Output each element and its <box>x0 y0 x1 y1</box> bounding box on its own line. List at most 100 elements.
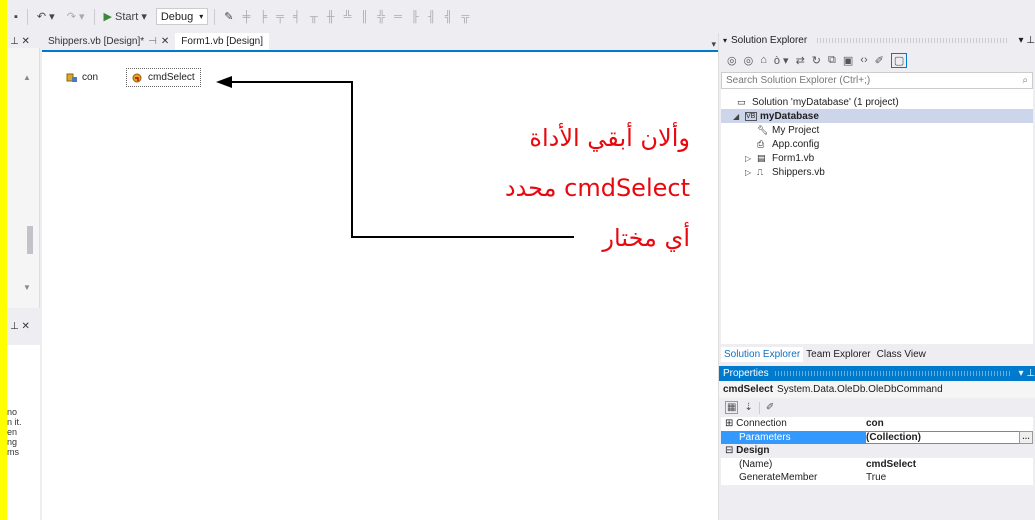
pin-close-icon[interactable]: ⊥ ✕ <box>10 36 30 47</box>
text-fragment: n it. <box>7 417 22 427</box>
text-fragment: ms <box>7 447 19 457</box>
text-fragment: ng <box>7 437 18 447</box>
left-panel-lower: no n it. en ng ms <box>7 345 40 520</box>
collapse-all-icon[interactable]: ⧉ <box>828 54 836 67</box>
annotation-line-3: أي مختار <box>602 224 690 252</box>
refresh-icon[interactable]: ↻ <box>812 54 821 67</box>
play-icon: ▶ <box>103 11 112 23</box>
property-category-design[interactable]: ⊟ Design <box>721 444 1033 458</box>
view-designer-icon[interactable]: ▢ <box>890 52 908 68</box>
alphabetical-icon[interactable]: ⇣ <box>744 402 752 413</box>
tree-label: Solution 'myDatabase' (1 project) <box>752 96 899 108</box>
start-button[interactable]: ▶ Start ▾ <box>101 9 150 24</box>
scroll-down-icon[interactable]: ▼ <box>23 283 31 292</box>
forward-icon[interactable]: ◎ <box>744 54 754 67</box>
object-type: System.Data.OleDb.OleDbCommand <box>777 384 943 395</box>
back-icon[interactable]: ◎ <box>727 54 737 67</box>
left-panel-text: no n it. en ng ms <box>7 407 22 457</box>
tree-label: App.config <box>772 138 820 150</box>
tree-item-app-config[interactable]: ⎙ App.config <box>721 137 1033 151</box>
solution-tree: ▭ Solution 'myDatabase' (1 project) ◢ VB… <box>721 89 1033 344</box>
tree-label: My Project <box>772 124 820 136</box>
expanded-icon[interactable]: ◢ <box>733 112 742 121</box>
tree-item-form1[interactable]: ▷ ▤ Form1.vb <box>721 151 1033 165</box>
solution-icon[interactable]: ▪ <box>11 10 21 24</box>
tree-item-solution[interactable]: ▭ Solution 'myDatabase' (1 project) <box>721 95 1033 109</box>
scrollbar-thumb[interactable] <box>27 226 33 254</box>
home-icon[interactable]: ⌂ <box>760 54 767 66</box>
search-input[interactable]: Search Solution Explorer (Ctrl+;) ⌕ <box>721 72 1033 89</box>
annotation-line-1: وألان أبقي الأداة <box>529 124 690 152</box>
show-all-files-icon[interactable]: ▣ <box>843 54 853 67</box>
property-row-connection[interactable]: ⊞ Connection con <box>721 417 1033 431</box>
categorized-icon[interactable]: ▦ <box>725 401 739 414</box>
sync-icon[interactable]: ⇄ <box>796 54 805 67</box>
panel-title: Solution Explorer <box>731 35 808 46</box>
chevron-down-icon[interactable]: ▾ <box>711 39 716 50</box>
category-label: Design <box>736 445 770 457</box>
annotation-arrow <box>216 76 574 238</box>
property-name: Parameters <box>739 431 791 443</box>
component-file-icon: ⎍ <box>757 166 764 177</box>
tab-form1-design[interactable]: Form1.vb [Design] <box>175 33 269 50</box>
tab-label: Form1.vb [Design] <box>181 36 263 47</box>
solution-explorer-header: ▾ Solution Explorer ▾ ⊥ <box>719 33 1035 48</box>
object-name: cmdSelect <box>723 384 774 395</box>
left-panel-scrollarea: ▲ ▼ <box>7 48 40 308</box>
tab-team-explorer[interactable]: Team Explorer <box>803 347 873 362</box>
configuration-dropdown[interactable]: Debug ▾ <box>155 8 209 25</box>
property-row-parameters[interactable]: Parameters (Collection)… <box>721 430 1033 444</box>
highlight-left-bar <box>0 0 7 520</box>
toolbar-separator <box>758 401 760 414</box>
pin-close-icon[interactable]: ⊥ ✕ <box>10 321 30 332</box>
pending-changes-icon[interactable]: ò ▾ <box>774 54 789 67</box>
scroll-up-icon[interactable]: ▲ <box>23 73 31 82</box>
property-value[interactable]: con <box>866 418 1033 429</box>
properties-icon[interactable]: ✐ <box>875 54 884 67</box>
tree-item-shippers[interactable]: ▷ ⎍ Shippers.vb <box>721 165 1033 179</box>
start-label: Start <box>115 10 139 23</box>
property-name: (Name) <box>739 458 773 470</box>
undo-icon[interactable]: ↶ ▾ <box>34 9 58 24</box>
text-fragment: no <box>7 407 18 417</box>
properties-header: Properties ▾ ⊥ <box>719 366 1035 381</box>
object-selector[interactable]: cmdSelect System.Data.OleDb.OleDbCommand <box>719 381 1035 398</box>
alignment-toolbar-icons: ╪ ╞ ╤ ╡ ╥ ╫ ╩ ║ ╬ ═ ╟ ╢ ╣ ╦ <box>242 10 473 23</box>
search-icon: ⌕ <box>1022 75 1028 86</box>
property-value[interactable]: True <box>866 472 1033 483</box>
tree-item-project[interactable]: ◢ VB myDatabase <box>721 109 1033 123</box>
close-icon[interactable]: ✕ <box>161 36 169 47</box>
tree-item-my-project[interactable]: 🔧︎ My Project <box>721 123 1033 137</box>
property-category: ⊟ Design <box>721 445 866 456</box>
tab-label: Shippers.vb [Design]* <box>48 36 145 47</box>
collapsed-icon[interactable]: ▷ <box>745 168 754 177</box>
chevron-down-icon[interactable]: ▾ <box>723 36 727 45</box>
redo-icon[interactable]: ↷ ▾ <box>64 9 88 24</box>
property-name: GenerateMember <box>739 472 818 484</box>
property-value[interactable]: cmdSelect <box>866 459 1033 470</box>
expand-icon[interactable]: ⊞ <box>725 418 733 429</box>
property-value[interactable]: (Collection)… <box>866 430 1033 444</box>
property-grid: ⊞ Connection con Parameters (Collection)… <box>721 417 1033 485</box>
property-name: ⊞ Connection <box>721 418 866 429</box>
tab-shippers-design[interactable]: Shippers.vb [Design]* ⊣ ✕ <box>42 33 175 50</box>
wrench-icon: 🔧︎ <box>757 124 769 135</box>
tree-label: Shippers.vb <box>772 166 825 178</box>
property-row-name[interactable]: (Name) cmdSelect <box>721 458 1033 472</box>
properties-toolbar: ▦ ⇣ ✐ <box>719 398 1035 417</box>
property-row-generatemember[interactable]: GenerateMember True <box>721 471 1033 485</box>
tab-class-view[interactable]: Class View <box>874 347 929 362</box>
pin-icon[interactable]: ▾ ⊥ <box>1018 35 1035 46</box>
find-icon[interactable]: ✎ <box>221 9 236 24</box>
pin-icon[interactable]: ▾ ⊥ <box>1018 368 1035 379</box>
tab-solution-explorer[interactable]: Solution Explorer <box>721 347 804 362</box>
collapse-icon[interactable]: ⊟ <box>725 445 733 456</box>
ellipsis-button[interactable]: … <box>1019 430 1033 444</box>
grip-dots <box>774 371 1013 376</box>
pin-icon[interactable]: ⊣ <box>148 36 157 47</box>
collapsed-icon[interactable]: ▷ <box>745 154 754 163</box>
property-pages-icon[interactable]: ✐ <box>766 402 774 413</box>
vb-project-icon: VB <box>745 111 757 121</box>
config-file-icon: ⎙ <box>757 138 765 149</box>
view-code-icon[interactable]: ‹› <box>860 54 867 66</box>
